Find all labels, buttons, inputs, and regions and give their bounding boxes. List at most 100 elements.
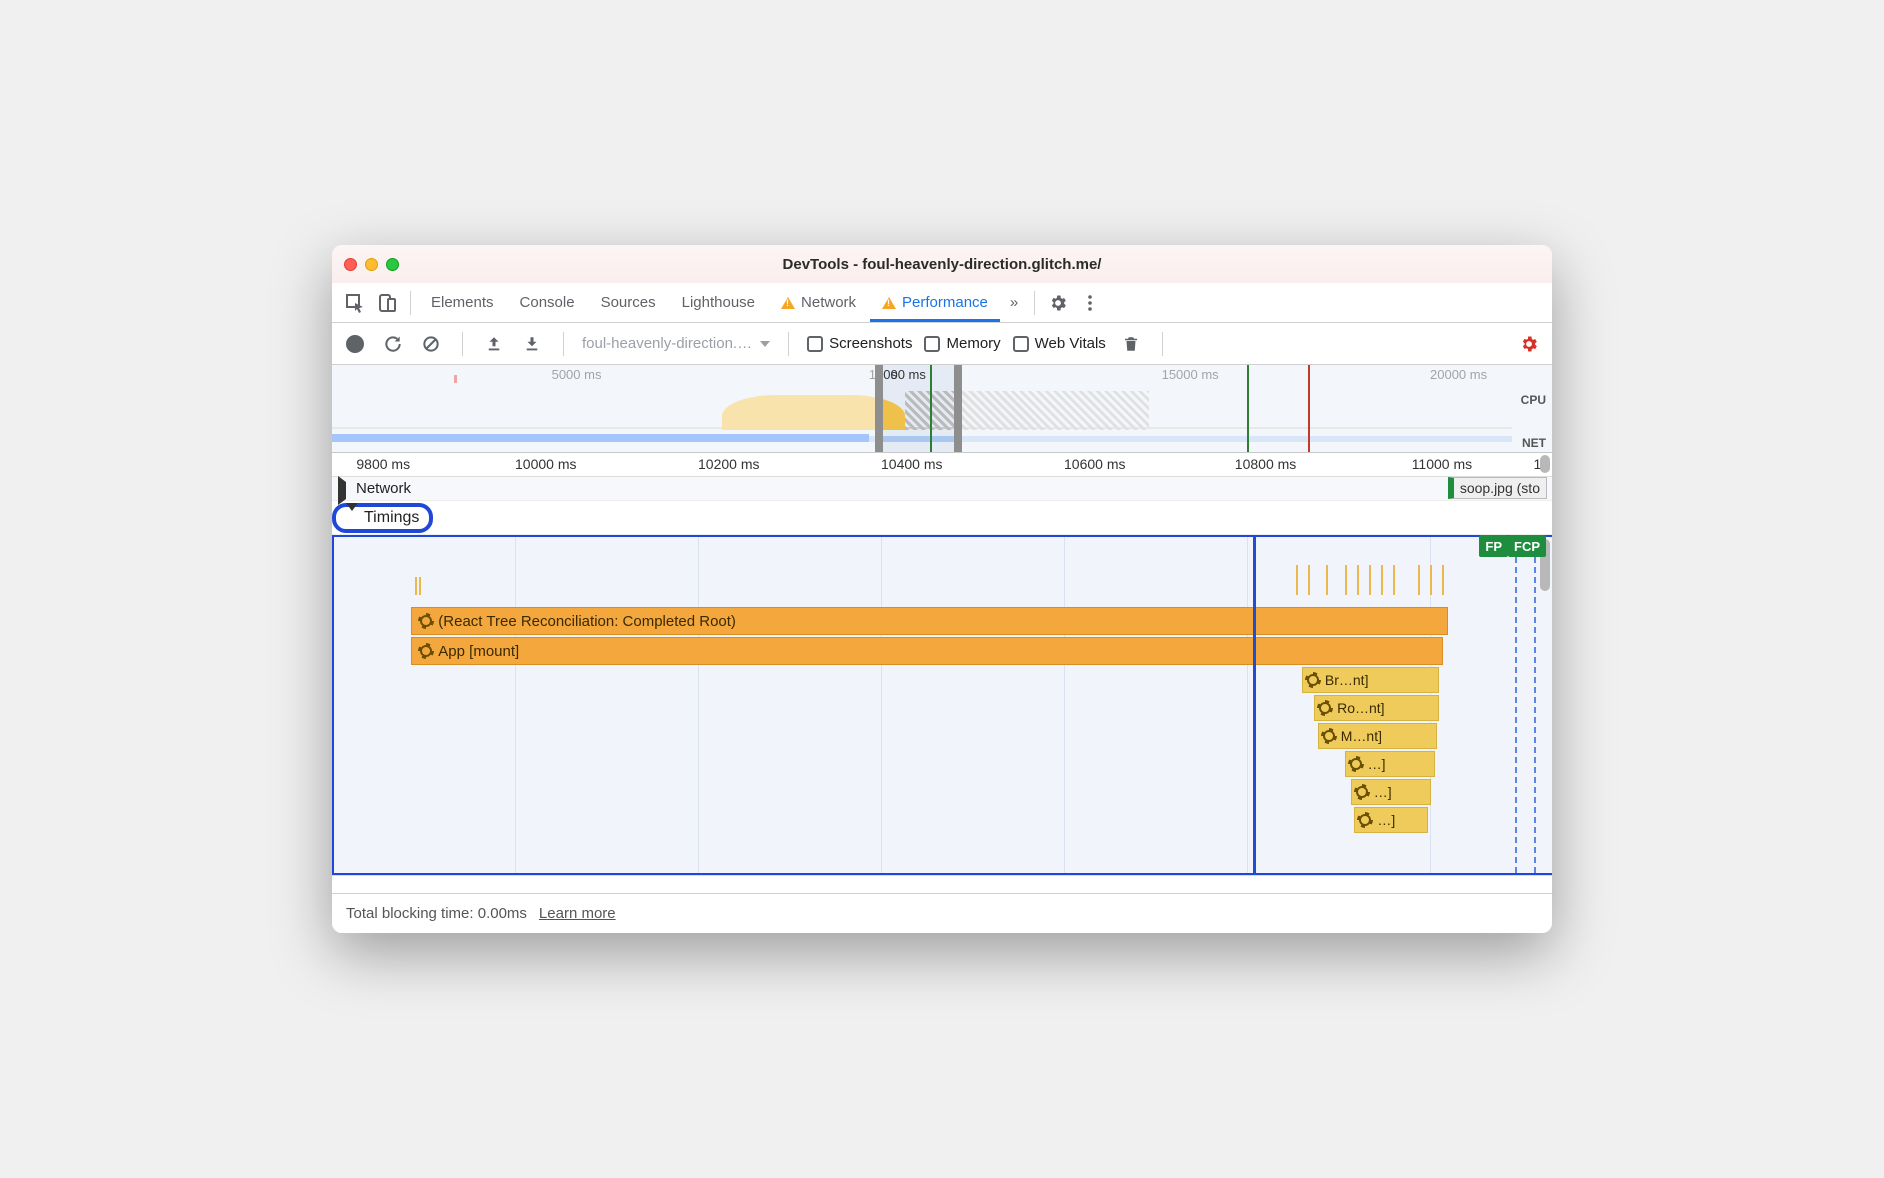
tab-network[interactable]: Network <box>769 283 868 322</box>
flame-bar[interactable]: Br…nt] <box>1302 667 1439 693</box>
titlebar[interactable]: DevTools - foul-heavenly-direction.glitc… <box>332 245 1552 283</box>
overview-dim-left <box>332 365 875 452</box>
flame-bar-label: (React Tree Reconciliation: Completed Ro… <box>438 613 736 630</box>
fp-badge[interactable]: FP <box>1479 535 1508 557</box>
tab-label: Elements <box>431 294 494 311</box>
memory-checkbox[interactable]: Memory <box>924 335 1000 352</box>
react-icon <box>1356 786 1368 798</box>
separator <box>1162 332 1163 356</box>
overview-marker-green <box>930 365 932 452</box>
ruler-tick: 11000 ms <box>1412 456 1472 472</box>
tab-performance[interactable]: Performance <box>870 283 1000 322</box>
separator <box>1034 291 1035 315</box>
close-window-button[interactable] <box>344 258 357 271</box>
fp-marker-line <box>1515 537 1517 873</box>
react-icon <box>1359 814 1371 826</box>
timings-track-header[interactable]: Timings <box>332 501 1552 535</box>
tabs-overflow-button[interactable]: » <box>1002 283 1026 322</box>
tracks-area: Network soop.jpg (sto Timings <box>332 477 1552 875</box>
warning-icon <box>882 297 896 309</box>
tab-elements[interactable]: Elements <box>419 283 506 322</box>
overview-handle-left[interactable] <box>875 365 883 452</box>
flame-bar[interactable]: …] <box>1345 751 1435 777</box>
spacer <box>332 875 1552 893</box>
minimize-window-button[interactable] <box>365 258 378 271</box>
tab-label: Console <box>520 294 575 311</box>
network-item-label: soop.jpg (sto <box>1460 480 1540 496</box>
checkbox-label: Web Vitals <box>1035 335 1106 352</box>
flame-bar[interactable]: App [mount] <box>411 637 1443 665</box>
tab-console[interactable]: Console <box>508 283 587 322</box>
track-label: Network <box>356 480 411 497</box>
ruler-tick: 10200 ms <box>698 456 759 472</box>
profile-select[interactable]: foul-heavenly-direction.… <box>582 335 770 352</box>
separator <box>788 332 789 356</box>
panel-tabbar: Elements Console Sources Lighthouse Netw… <box>332 283 1552 323</box>
network-track-header[interactable]: Network soop.jpg (sto <box>332 477 1552 501</box>
tab-label: Lighthouse <box>682 294 755 311</box>
checkbox-label: Screenshots <box>829 335 912 352</box>
network-item-chip[interactable]: soop.jpg (sto <box>1448 477 1547 499</box>
flame-bar-label: …] <box>1368 756 1386 772</box>
chevron-down-icon <box>760 341 770 347</box>
load-profile-button[interactable] <box>481 331 507 357</box>
inspect-element-button[interactable] <box>340 288 370 318</box>
screenshots-checkbox[interactable]: Screenshots <box>807 335 912 352</box>
track-label: Timings <box>364 509 419 527</box>
checkbox-label: Memory <box>946 335 1000 352</box>
flame-bar-label: Br…nt] <box>1325 672 1369 688</box>
more-menu-button[interactable] <box>1075 288 1105 318</box>
capture-settings-button[interactable] <box>1516 331 1542 357</box>
flame-bar[interactable]: M…nt] <box>1318 723 1438 749</box>
window-title: DevTools - foul-heavenly-direction.glitc… <box>332 256 1552 273</box>
flame-bar[interactable]: (React Tree Reconciliation: Completed Ro… <box>411 607 1448 635</box>
flame-bar-label: Ro…nt] <box>1337 700 1384 716</box>
tab-lighthouse[interactable]: Lighthouse <box>670 283 767 322</box>
save-profile-button[interactable] <box>519 331 545 357</box>
separator <box>410 291 411 315</box>
react-icon <box>1323 730 1335 742</box>
micro-event <box>1296 565 1298 595</box>
warning-icon <box>781 297 795 309</box>
tbt-label: Total blocking time: 0.00ms <box>346 905 527 922</box>
tab-sources[interactable]: Sources <box>589 283 668 322</box>
ruler-tick: 10600 ms <box>1064 456 1125 472</box>
ruler-tick: 10800 ms <box>1235 456 1296 472</box>
overview-handle-right[interactable] <box>954 365 962 452</box>
tab-label: Sources <box>601 294 656 311</box>
ruler-scroll-thumb[interactable] <box>1540 455 1550 473</box>
device-toolbar-button[interactable] <box>372 288 402 318</box>
zoom-window-button[interactable] <box>386 258 399 271</box>
ruler-tick: 10400 ms <box>881 456 942 472</box>
separator <box>563 332 564 356</box>
react-icon <box>1319 702 1331 714</box>
flame-bar-label: App [mount] <box>438 643 519 660</box>
delete-profile-button[interactable] <box>1118 331 1144 357</box>
record-button[interactable] <box>342 331 368 357</box>
profile-select-label: foul-heavenly-direction.… <box>582 335 752 352</box>
timeline-overview[interactable]: 5000 ms 10000 ms 15000 ms 20000 ms s CPU… <box>332 365 1552 453</box>
flame-bar[interactable]: Ro…nt] <box>1314 695 1438 721</box>
overview-dim-right <box>954 365 1552 452</box>
flame-bar[interactable]: …] <box>1351 779 1432 805</box>
chevron-right-icon <box>338 476 346 505</box>
ruler-tick: 9800 ms <box>356 456 410 472</box>
timeline-cursor[interactable] <box>1253 537 1256 873</box>
web-vitals-checkbox[interactable]: Web Vitals <box>1013 335 1106 352</box>
react-icon <box>1350 758 1362 770</box>
overview-net-label: NET <box>1522 436 1546 450</box>
timings-body[interactable]: (React Tree Reconciliation: Completed Ro… <box>332 535 1552 875</box>
chevron-down-icon <box>346 503 358 528</box>
reload-record-button[interactable] <box>380 331 406 357</box>
react-icon <box>1307 674 1319 686</box>
clear-button[interactable] <box>418 331 444 357</box>
flame-bar[interactable]: …] <box>1354 807 1427 833</box>
time-ruler[interactable]: 9800 ms 10000 ms 10200 ms 10400 ms 10600… <box>332 453 1552 477</box>
summary-footer: Total blocking time: 0.00ms Learn more <box>332 893 1552 933</box>
overview-marker-red <box>1308 365 1310 452</box>
learn-more-link[interactable]: Learn more <box>539 905 616 922</box>
fcp-badge[interactable]: FCP <box>1508 535 1546 557</box>
settings-button[interactable] <box>1043 288 1073 318</box>
flame-bar-label: …] <box>1377 812 1395 828</box>
overview-marker-green <box>1247 365 1249 452</box>
